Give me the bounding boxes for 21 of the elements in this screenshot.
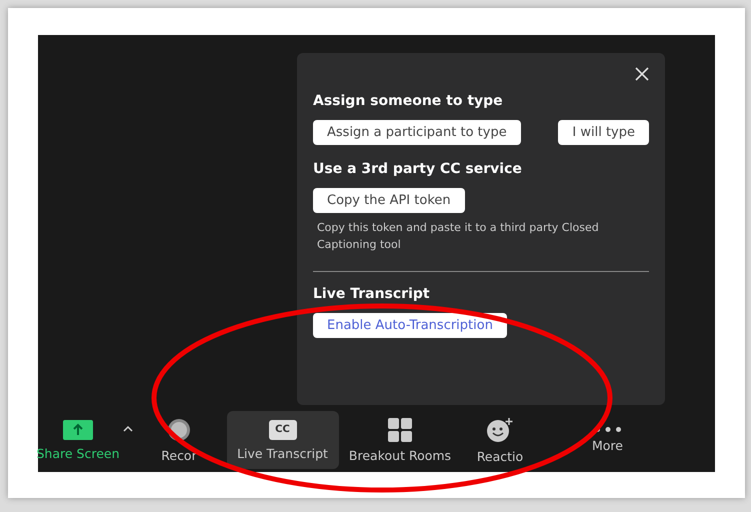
share-screen-icon: [63, 420, 93, 440]
record-icon: [166, 418, 191, 442]
grid-icon: [388, 418, 412, 442]
toolbar-button[interactable]: More: [590, 411, 625, 469]
toolbar-button[interactable]: CC Live Transcript: [226, 411, 338, 469]
option-button[interactable]: I will type: [558, 120, 649, 145]
toolbar-button[interactable]: Reactio: [474, 411, 526, 469]
toolbar-button[interactable]: Recor: [159, 411, 199, 469]
help-text: Copy this token and paste it to a third party Closed Captioning tool: [317, 220, 600, 253]
smiley-plus-icon: [486, 416, 514, 442]
option-button[interactable]: Assign a participant to type: [313, 120, 521, 145]
option-button[interactable]: Enable Auto-Transcription: [313, 313, 507, 338]
more-icon: [594, 427, 620, 432]
close-icon[interactable]: [635, 67, 649, 81]
section-title: Use a 3rd party CC service: [313, 161, 523, 177]
caret-icon[interactable]: [123, 424, 133, 432]
option-button[interactable]: Copy the API token: [313, 188, 465, 213]
toolbar-button[interactable]: Breakout Rooms: [346, 411, 454, 469]
cc-icon: CC: [268, 420, 296, 440]
section-title: Assign someone to type: [313, 93, 504, 109]
section-title: Live Transcript: [313, 286, 431, 302]
